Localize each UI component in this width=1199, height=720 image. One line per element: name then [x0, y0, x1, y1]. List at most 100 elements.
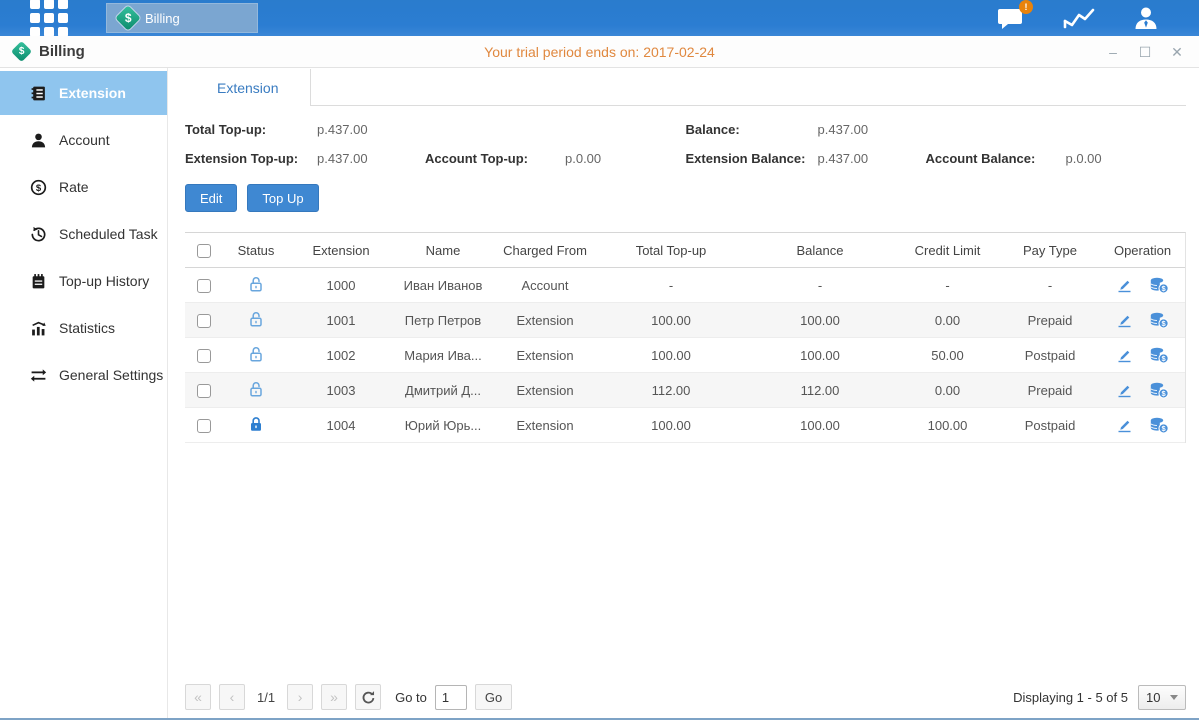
cell-pay-type: Postpaid [1000, 418, 1100, 433]
page-info: 1/1 [253, 690, 279, 705]
desktop-topbar: $ Billing ! [0, 0, 1199, 36]
cell-extension: 1002 [289, 348, 393, 363]
edit-pencil-icon[interactable] [1116, 277, 1133, 294]
cell-credit-limit: 0.00 [895, 313, 1000, 328]
sidebar-item-topup-history[interactable]: Top-up History [0, 259, 167, 303]
cell-charged-from: Extension [493, 313, 597, 328]
status-unlocked-icon[interactable] [247, 345, 265, 363]
sidebar-item-label: General Settings [59, 367, 163, 383]
cell-total-topup: 112.00 [597, 383, 745, 398]
next-page-button[interactable]: › [287, 684, 313, 710]
message-badge: ! [1019, 0, 1033, 14]
rate-icon: $ [30, 179, 47, 196]
page-size-select[interactable]: 10 [1138, 685, 1186, 710]
cell-total-topup: 100.00 [597, 418, 745, 433]
cell-pay-type: Prepaid [1000, 383, 1100, 398]
resource-monitor-icon[interactable] [1063, 6, 1095, 30]
table-header-row: Status Extension Name Charged From Total… [185, 233, 1185, 268]
extension-topup-value: p.437.00 [317, 151, 425, 166]
cell-name: Петр Петров [393, 313, 493, 328]
cell-name: Иван Иванов [393, 278, 493, 293]
tab-label: Extension [217, 80, 278, 96]
status-locked-icon[interactable] [247, 415, 265, 433]
scheduled-task-icon [30, 226, 47, 243]
content-area: Extension Total Top-up: p.437.00 Extensi… [168, 68, 1199, 718]
extension-topup-label: Extension Top-up: [185, 151, 317, 166]
row-checkbox[interactable] [197, 314, 211, 328]
sidebar-item-extension[interactable]: Extension [0, 71, 167, 115]
row-checkbox[interactable] [197, 419, 211, 433]
refresh-icon [361, 690, 376, 705]
col-name: Name [393, 243, 493, 258]
cell-total-topup: 100.00 [597, 313, 745, 328]
taskbar-billing-button[interactable]: $ Billing [106, 3, 258, 33]
tab-strip: Extension [185, 68, 1186, 106]
cell-extension: 1000 [289, 278, 393, 293]
select-all-checkbox[interactable] [197, 244, 211, 258]
cell-pay-type: - [1000, 278, 1100, 293]
status-unlocked-icon[interactable] [247, 310, 265, 328]
account-topup-value: p.0.00 [565, 151, 686, 166]
col-balance: Balance [745, 243, 895, 258]
maximize-button[interactable]: ☐ [1137, 44, 1153, 60]
topup-coins-icon[interactable]: $ [1149, 382, 1169, 399]
topup-coins-icon[interactable]: $ [1149, 347, 1169, 364]
row-checkbox[interactable] [197, 349, 211, 363]
table-row: 1000 Иван Иванов Account - - - - $ [185, 268, 1185, 303]
topup-coins-icon[interactable]: $ [1149, 417, 1169, 434]
cell-pay-type: Postpaid [1000, 348, 1100, 363]
sidebar: Extension Account $ Rate Scheduled Task [0, 68, 168, 718]
total-topup-label: Total Top-up: [185, 122, 317, 137]
sidebar-item-label: Top-up History [59, 273, 149, 289]
edit-pencil-icon[interactable] [1116, 382, 1133, 399]
page-size-value: 10 [1146, 690, 1160, 705]
status-unlocked-icon[interactable] [247, 275, 265, 293]
go-button[interactable]: Go [475, 684, 512, 710]
first-page-button[interactable]: « [185, 684, 211, 710]
cell-pay-type: Prepaid [1000, 313, 1100, 328]
edit-pencil-icon[interactable] [1116, 312, 1133, 329]
cell-name: Дмитрий Д... [393, 383, 493, 398]
topup-button[interactable]: Top Up [247, 184, 318, 212]
minimize-button[interactable]: – [1105, 44, 1121, 60]
col-status: Status [223, 243, 289, 258]
sidebar-item-statistics[interactable]: Statistics [0, 306, 167, 350]
refresh-button[interactable] [355, 684, 381, 710]
close-button[interactable]: ✕ [1169, 44, 1185, 60]
goto-page-input[interactable] [435, 685, 467, 710]
status-unlocked-icon[interactable] [247, 380, 265, 398]
last-page-button[interactable]: » [321, 684, 347, 710]
sidebar-item-scheduled-task[interactable]: Scheduled Task [0, 212, 167, 256]
edit-pencil-icon[interactable] [1116, 417, 1133, 434]
balance-value: p.437.00 [818, 122, 926, 137]
cell-credit-limit: 0.00 [895, 383, 1000, 398]
sidebar-item-general-settings[interactable]: General Settings [0, 353, 167, 397]
tab-extension[interactable]: Extension [185, 69, 311, 106]
edit-button[interactable]: Edit [185, 184, 237, 212]
statistics-icon [30, 320, 47, 337]
col-pay-type: Pay Type [1000, 243, 1100, 258]
svg-text:$: $ [36, 182, 42, 193]
billing-window-icon: $ [11, 41, 32, 62]
account-balance-label: Account Balance: [926, 151, 1066, 166]
messages-icon[interactable]: ! [997, 6, 1025, 30]
topup-coins-icon[interactable]: $ [1149, 277, 1169, 294]
sidebar-item-rate[interactable]: $ Rate [0, 165, 167, 209]
user-icon[interactable] [1133, 5, 1159, 31]
cell-extension: 1001 [289, 313, 393, 328]
topup-coins-icon[interactable]: $ [1149, 312, 1169, 329]
cell-total-topup: 100.00 [597, 348, 745, 363]
cell-credit-limit: 50.00 [895, 348, 1000, 363]
row-checkbox[interactable] [197, 384, 211, 398]
pagination-bar: « ‹ 1/1 › » Go to Go Displaying 1 - 5 of… [185, 678, 1186, 718]
extension-icon [30, 85, 47, 102]
row-checkbox[interactable] [197, 279, 211, 293]
edit-pencil-icon[interactable] [1116, 347, 1133, 364]
cell-balance: 100.00 [745, 313, 895, 328]
sidebar-item-account[interactable]: Account [0, 118, 167, 162]
taskbar-billing-label: Billing [145, 11, 180, 26]
cell-credit-limit: 100.00 [895, 418, 1000, 433]
prev-page-button[interactable]: ‹ [219, 684, 245, 710]
apps-grid-icon[interactable] [30, 0, 68, 37]
goto-label: Go to [395, 690, 427, 705]
